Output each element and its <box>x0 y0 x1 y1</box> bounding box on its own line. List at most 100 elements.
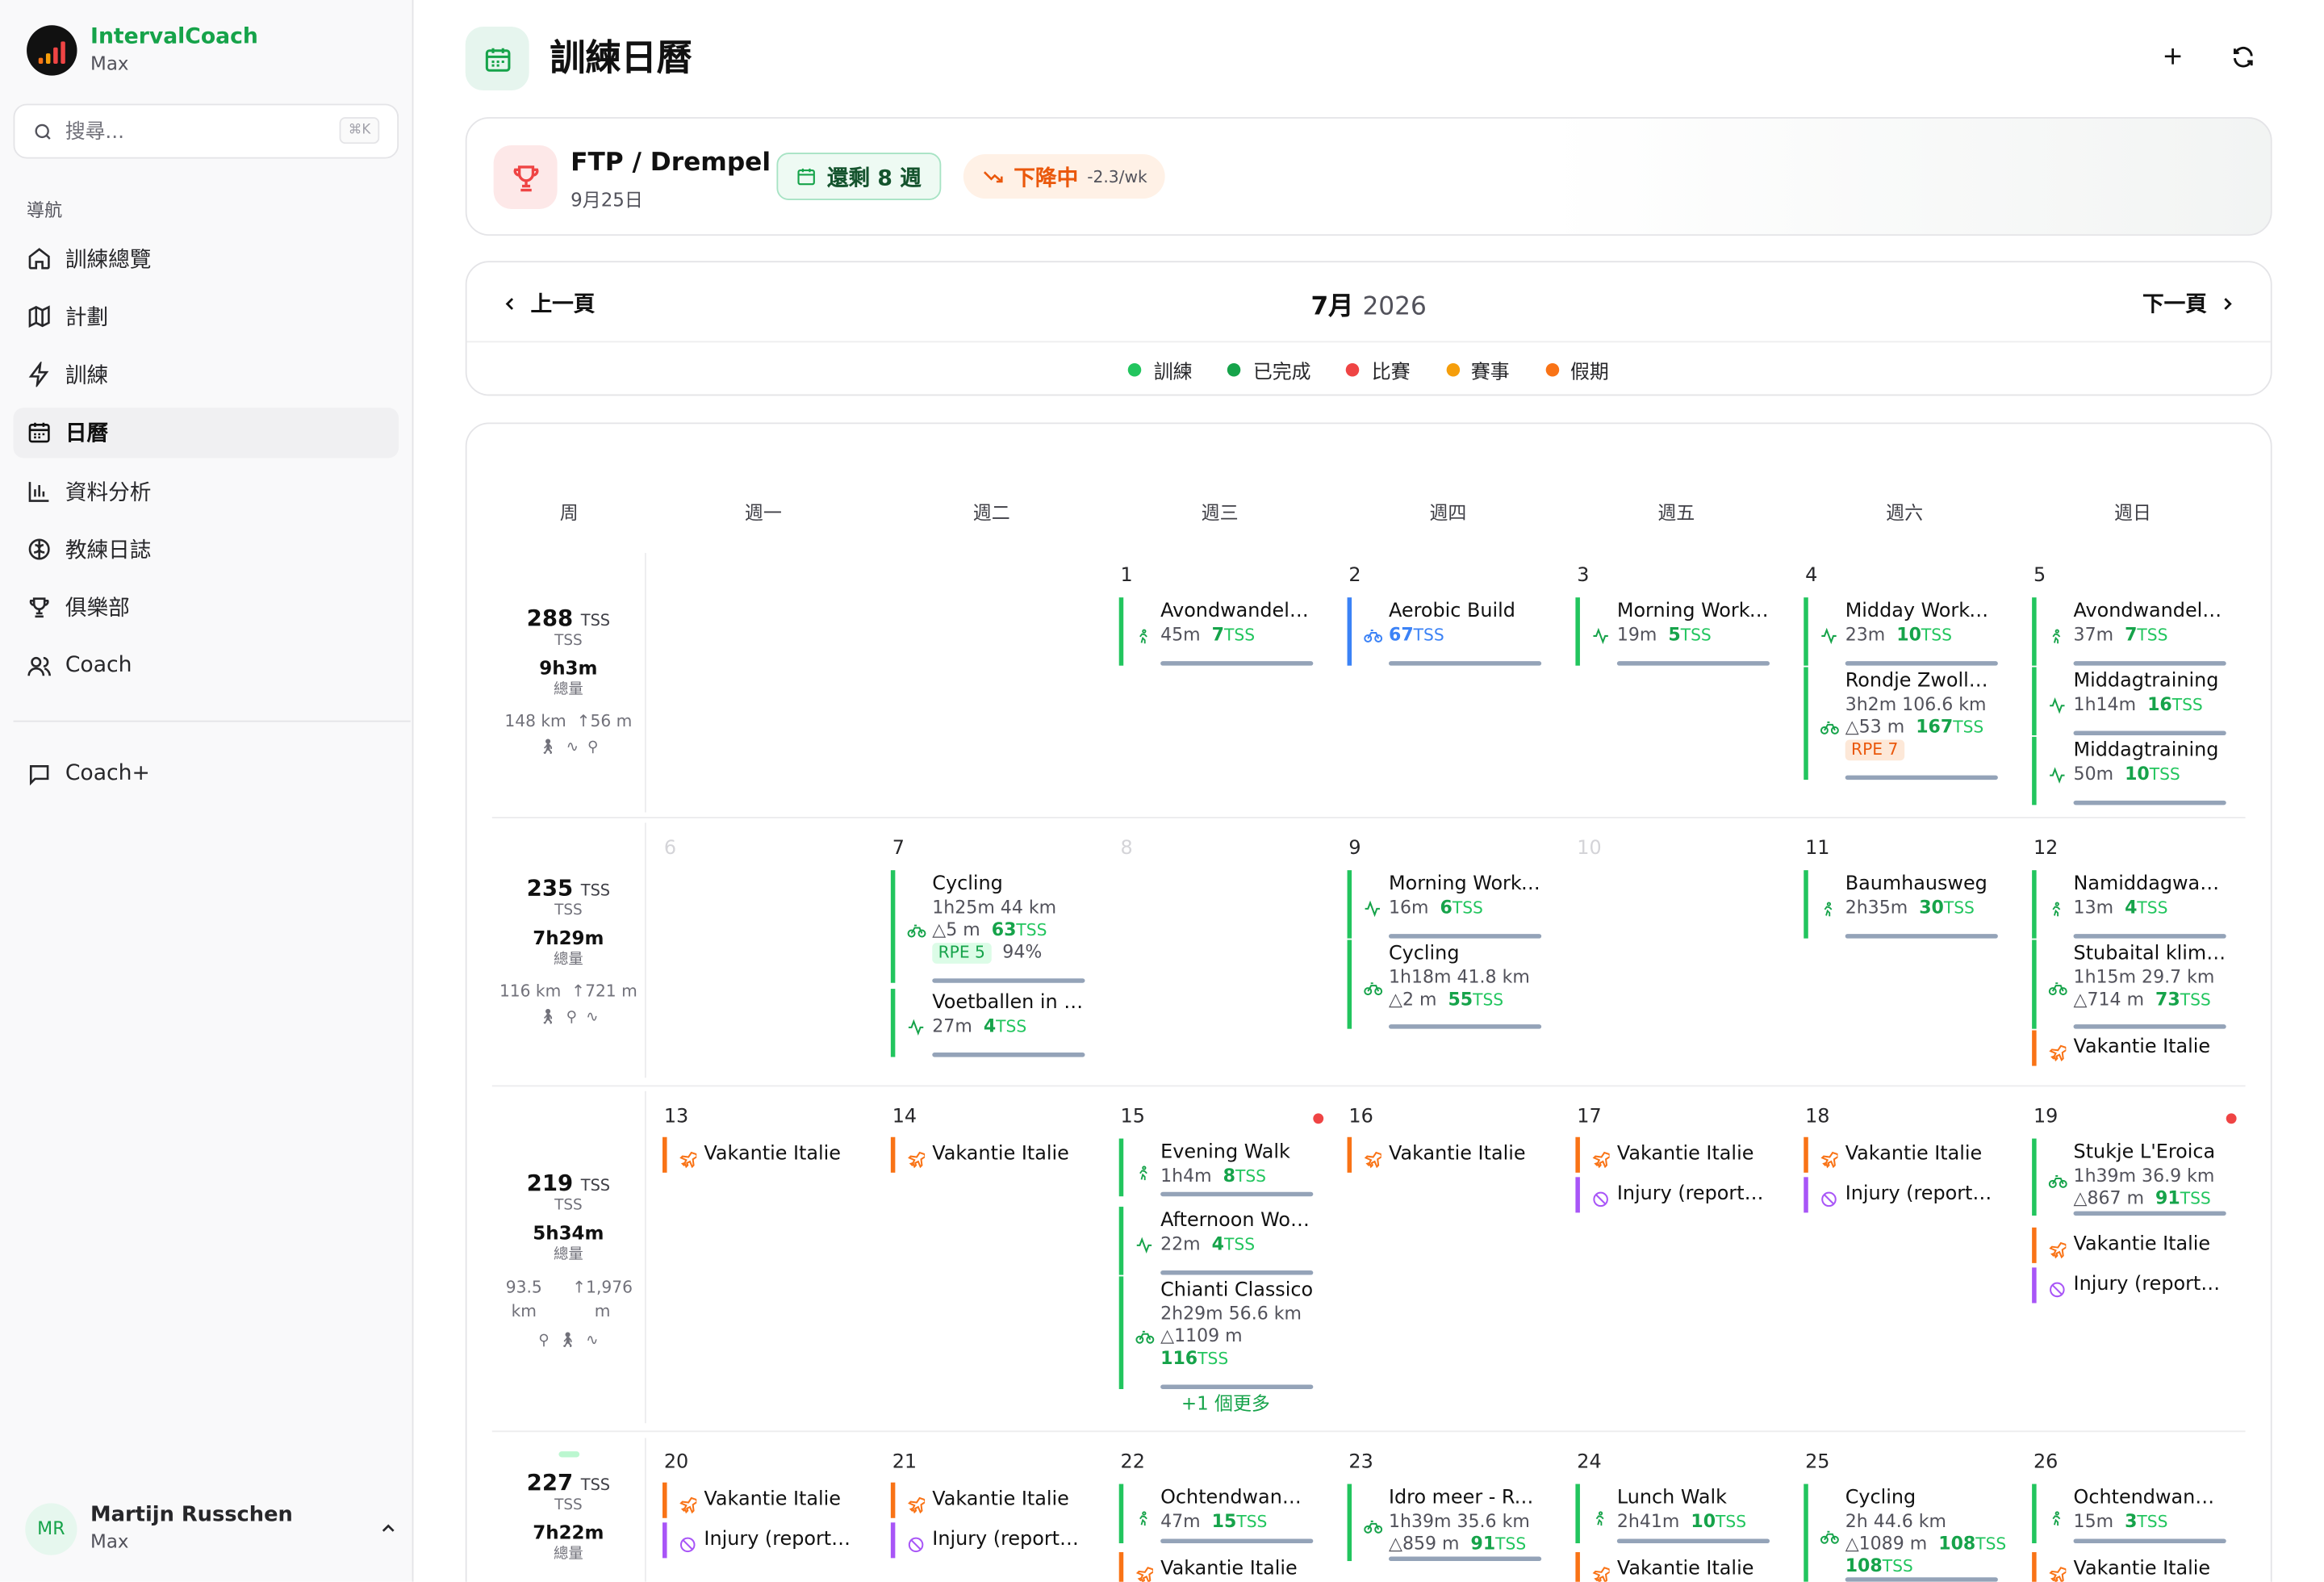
activity-title: Middagtraining <box>2073 670 2219 693</box>
vacation-event[interactable]: Vakantie Italie <box>1804 1136 1998 1173</box>
activity-card[interactable]: Middagtraining 50m 10TSS <box>2032 736 2226 806</box>
vacation-event[interactable]: Vakantie Italie <box>2032 1552 2226 1582</box>
activity-card[interactable]: Avondwandeling 37m 7TSS <box>2032 597 2226 666</box>
nav-item-workouts[interactable]: 訓練 <box>14 349 399 400</box>
vacation-event[interactable]: Vakantie Italie <box>1575 1552 1770 1582</box>
activity-card[interactable]: Lunch Walk 2h41m 10TSS <box>1575 1484 1770 1544</box>
vacation-event[interactable]: Vakantie Italie <box>663 1136 857 1173</box>
week-elevation: 1,976 m <box>586 1278 633 1321</box>
plane-icon <box>2048 1237 2068 1263</box>
nav-item-coach[interactable]: Coach <box>14 641 399 691</box>
activity-progress-bar <box>1388 1556 1542 1562</box>
chevron-up-icon[interactable] <box>378 1518 399 1539</box>
col-header-tue: 週二 <box>972 500 1010 524</box>
goal-card[interactable]: FTP / Drempel 9月25日 還剩 8 週 下降中 -2.3/wk <box>465 117 2272 236</box>
search-icon <box>35 123 51 139</box>
activity-card[interactable]: Morning Workout 16m 6TSS <box>1347 870 1542 939</box>
day-number: 19 <box>2033 1106 2059 1128</box>
activity-card[interactable]: Stukje L'Eroica 1h39m 36.9 km △867 m 91TSS <box>2032 1138 2226 1216</box>
walk-icon: 🚶︎ <box>538 739 558 756</box>
activity-card[interactable]: Aerobic Build 67TSS <box>1347 597 1542 666</box>
nav-item-overview[interactable]: 訓練總覽 <box>14 232 399 282</box>
search-input[interactable] <box>65 119 303 144</box>
injury-event[interactable]: Injury (reported) <box>663 1522 857 1559</box>
activity-card[interactable]: Voetballen in d... 27m 4TSS <box>890 989 1085 1057</box>
vacation-event[interactable]: Vakantie Italie <box>890 1482 1085 1518</box>
week-summary[interactable]: 288 TSS TSS 9h3m 總量 148 km ↑56 m 🚶︎ ∿ ⚲ <box>492 605 645 755</box>
week-tss-label: TSS <box>554 1497 583 1514</box>
tss-unit: TSS <box>1224 1234 1256 1254</box>
vacation-event[interactable]: Vakantie Italie <box>1118 1552 1314 1582</box>
activity-card[interactable]: Cycling 2h 44.6 km △1089 m 108TSS 108TSS <box>1804 1484 2006 1582</box>
col-header-week: 周 <box>559 500 579 524</box>
activity-tss: 91 <box>2155 1187 2180 1208</box>
activity-card[interactable]: Afternoon Workout22m 4TSS <box>1118 1207 1314 1275</box>
week-summary[interactable]: 235 TSS TSS 7h29m 總量 116 km ↑721 m 🚶︎ ⚲ ∿ <box>492 875 645 1026</box>
vacation-event[interactable]: Vakantie Italie <box>1575 1136 1770 1173</box>
next-month-button[interactable]: 下一頁 <box>2142 287 2238 319</box>
compliance: 94% <box>1002 941 1043 963</box>
activity-card[interactable]: Cycling 1h18m 41.8 km △2 m 55TSS <box>1347 940 1542 1029</box>
user-profile[interactable]: MR Martijn Russchen Max <box>25 1502 399 1555</box>
add-button[interactable] <box>2156 40 2188 73</box>
activity-card[interactable]: Avondwandeling 45m 7TSS <box>1118 597 1314 666</box>
activity-card[interactable]: Chianti Classico 2h29m 56.6 km △1109 m 116T… <box>1118 1276 1314 1389</box>
brand[interactable]: IntervalCoach Max <box>27 23 258 75</box>
activity-progress-bar <box>2073 1211 2226 1216</box>
nav-item-club[interactable]: 俱樂部 <box>14 582 399 632</box>
more-activities-link[interactable]: +1 個更多 <box>1181 1387 1270 1416</box>
week-tss-unit: TSS <box>580 1476 611 1495</box>
vacation-event[interactable]: Vakantie Italie <box>2032 1030 2226 1066</box>
ban-icon <box>1820 1186 1837 1212</box>
activity-card[interactable]: Baumhausweg 2h35m 30TSS <box>1804 870 1998 939</box>
day-number: 20 <box>663 1451 689 1474</box>
injury-event[interactable]: Injury (reported) <box>890 1522 1085 1559</box>
week-summary[interactable]: 219 TSS TSS 5h34m 總量 93.5 km ↑1,976 m ⚲ 🚶︎… <box>492 1170 645 1349</box>
nav-item-coach-log[interactable]: 教練日誌 <box>14 524 399 574</box>
day-number: 16 <box>1348 1106 1373 1128</box>
chat-icon <box>29 764 49 785</box>
activity-card[interactable]: Morning Workout 19m 5TSS <box>1575 597 1770 666</box>
vacation-event[interactable]: Vakantie Italie <box>1347 1136 1542 1173</box>
week-distance: 148 km <box>504 711 566 731</box>
week-tss-unit: TSS <box>580 881 611 900</box>
activity-stats: 19m 5TSS <box>1616 624 1712 645</box>
activity-card[interactable]: Rondje Zwolle ... 3h2m 106.6 km △53 m 167T… <box>1804 667 1998 781</box>
nav-item-analytics[interactable]: 資料分析 <box>14 466 399 516</box>
plane-icon <box>907 1492 927 1518</box>
tss-unit: TSS <box>1198 1349 1229 1369</box>
injury-event[interactable]: Injury (reported) <box>1804 1177 1998 1213</box>
vacation-event[interactable]: Vakantie Italie <box>890 1136 1085 1173</box>
activity-title: Chianti Classico <box>1160 1279 1314 1302</box>
event-title: Vakantie Italie <box>704 1143 842 1166</box>
activity-card[interactable]: Ochtendwandeling15m 3TSS <box>2032 1484 2226 1544</box>
week-summary[interactable]: 227 TSS TSS 7h22m 總量 <box>492 1451 645 1564</box>
activity-tss: 4 <box>1211 1233 1225 1254</box>
activity-card[interactable]: Ochtendwandeling47m 15TSS <box>1118 1484 1314 1544</box>
week-tss-unit: TSS <box>580 1177 611 1195</box>
nav-item-plan[interactable]: 計劃 <box>14 291 399 341</box>
tss-unit: TSS <box>1716 1512 1747 1532</box>
activity-stats: 1h15m 29.7 km <box>2073 966 2215 988</box>
activity-card[interactable]: Midday Workout 23m 10TSS <box>1804 597 1998 666</box>
tss-unit: TSS <box>996 1016 1027 1036</box>
activity-card[interactable]: Evening Walk 1h4m 8TSS <box>1118 1138 1314 1197</box>
activity-card[interactable]: Namiddagwandeling13m 4TSS <box>2032 870 2226 939</box>
activity-card[interactable]: Middagtraining 1h14m 16TSS <box>2032 667 2226 736</box>
activity-title: Stukje L'Eroica <box>2073 1141 2216 1164</box>
activity-card[interactable]: Cycling 1h25m 44 km △5 m 63TSS RPE 5 94% <box>890 870 1085 983</box>
injury-event[interactable]: Injury (reported) <box>2032 1267 2226 1304</box>
vacation-event[interactable]: Vakantie Italie <box>663 1482 857 1518</box>
nav-item-coach-plus[interactable]: Coach+ <box>14 749 399 799</box>
activity-title: Aerobic Build <box>1388 600 1515 623</box>
activity-stats: 13m 4TSS <box>2073 897 2168 918</box>
rpe-badge: RPE 7 <box>1845 739 1904 761</box>
refresh-button[interactable] <box>2226 40 2259 73</box>
day-number: 21 <box>892 1451 917 1474</box>
injury-event[interactable]: Injury (reported) <box>1575 1177 1770 1213</box>
nav-item-calendar[interactable]: 日曆 <box>13 407 399 458</box>
activity-card[interactable]: Stubaital klim ... 1h15m 29.7 km △714 m 73… <box>2032 940 2226 1029</box>
vacation-event[interactable]: Vakantie Italie <box>2032 1227 2226 1263</box>
activity-card[interactable]: Idro meer - Rovereto1h39m 35.6 km△859 m … <box>1347 1484 1542 1562</box>
search-box[interactable]: ⌘K <box>13 103 399 159</box>
